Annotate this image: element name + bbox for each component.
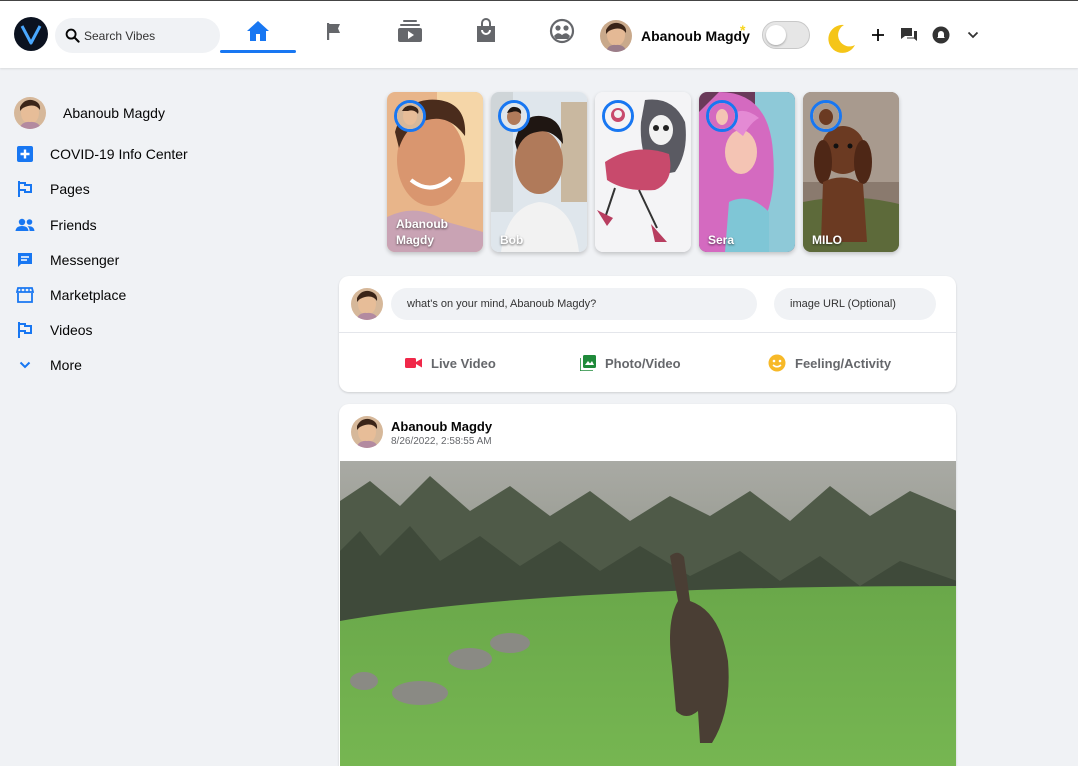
smiley-icon xyxy=(768,354,786,372)
story-card[interactable]: MILO xyxy=(803,92,899,252)
chevron-down-icon xyxy=(14,354,36,376)
video-camera-icon xyxy=(405,358,422,368)
story-name: Abanoub Magdy xyxy=(396,217,448,247)
sidebar-item-profile[interactable]: Abanoub Magdy xyxy=(14,97,274,129)
live-video-label: Live Video xyxy=(431,355,496,371)
story-avatar xyxy=(810,100,842,132)
story-avatar xyxy=(706,100,738,132)
photo-video-button[interactable]: Photo/Video xyxy=(580,352,681,374)
plus-square-icon xyxy=(14,143,36,165)
plus-icon[interactable] xyxy=(868,25,888,45)
people-icon xyxy=(14,214,36,236)
story-avatar xyxy=(498,100,530,132)
sidebar-item-videos[interactable]: Videos xyxy=(14,315,274,345)
sidebar-item-label: Videos xyxy=(50,322,93,338)
story-avatar xyxy=(602,100,634,132)
toggle-knob xyxy=(766,25,786,45)
sidebar-item-label: Pages xyxy=(50,181,90,197)
messages-icon-svg xyxy=(901,28,917,41)
storefront-icon xyxy=(14,284,36,306)
search-input[interactable] xyxy=(84,28,204,43)
story-card[interactable]: Sera xyxy=(699,92,795,252)
story-card[interactable] xyxy=(595,92,691,252)
flag-icon xyxy=(14,319,36,341)
story-avatar xyxy=(394,100,426,132)
tab-groups[interactable] xyxy=(524,11,600,51)
sidebar-item-messenger[interactable]: Messenger xyxy=(14,245,274,275)
flag-icon xyxy=(14,178,36,200)
story-name: Sera xyxy=(708,233,735,247)
top-header: Abanoub Magdy * xyxy=(0,0,1078,68)
status-input[interactable] xyxy=(391,288,757,320)
sidebar-item-label: More xyxy=(50,357,82,373)
sidebar-item-pages[interactable]: Pages xyxy=(14,174,274,204)
avatar-image xyxy=(600,20,632,52)
avatar[interactable] xyxy=(351,416,383,448)
sidebar-item-covid[interactable]: COVID-19 Info Center xyxy=(14,139,274,169)
divider xyxy=(339,332,956,333)
v-logo-icon xyxy=(20,25,42,45)
avatar-image xyxy=(351,288,383,320)
sidebar-item-label: Friends xyxy=(50,217,97,233)
sidebar-profile-name: Abanoub Magdy xyxy=(63,105,165,121)
post-image[interactable] xyxy=(340,461,956,766)
vibes-logo[interactable] xyxy=(14,17,48,51)
tab-marketplace[interactable] xyxy=(448,11,524,51)
moon-icon-svg xyxy=(828,24,855,53)
sidebar-item-marketplace[interactable]: Marketplace xyxy=(14,280,274,310)
tab-watch[interactable] xyxy=(372,11,448,51)
header-avatar[interactable] xyxy=(600,20,632,52)
sidebar-item-label: Messenger xyxy=(50,252,120,268)
chevron-down-icon xyxy=(967,31,979,39)
post-timestamp: 8/26/2022, 2:58:55 AM xyxy=(391,436,492,447)
feeling-activity-label: Feeling/Activity xyxy=(795,355,892,371)
header-user-name[interactable]: Abanoub Magdy xyxy=(641,28,750,44)
plus-icon-svg xyxy=(872,29,884,41)
photo-icon xyxy=(580,355,596,371)
sidebar-item-label: COVID-19 Info Center xyxy=(50,146,188,162)
tab-home[interactable] xyxy=(220,11,296,53)
search-bar[interactable] xyxy=(55,18,220,53)
story-name: MILO xyxy=(812,233,842,247)
image-url-input[interactable] xyxy=(774,288,936,320)
feeling-activity-button[interactable]: Feeling/Activity xyxy=(768,352,891,374)
sidebar-item-friends[interactable]: Friends xyxy=(14,210,274,240)
story-name: Bob xyxy=(500,233,524,247)
tab-pages[interactable] xyxy=(296,11,372,51)
moon-icon[interactable] xyxy=(822,21,858,55)
sparkle-icon: * xyxy=(740,22,746,38)
avatar xyxy=(14,97,46,129)
live-video-button[interactable]: Live Video xyxy=(405,352,496,374)
groups-icon xyxy=(549,18,575,44)
search-icon xyxy=(65,28,80,43)
avatar xyxy=(351,288,383,320)
notifications-icon[interactable] xyxy=(931,25,951,45)
chat-icon xyxy=(14,249,36,271)
story-card[interactable]: Abanoub Magdy xyxy=(387,92,483,252)
post-author[interactable]: Abanoub Magdy xyxy=(391,419,492,434)
flag-icon xyxy=(327,23,340,40)
sidebar-item-label: Marketplace xyxy=(50,287,127,303)
bell-icon xyxy=(932,26,950,44)
avatar-image xyxy=(351,416,383,448)
home-icon xyxy=(247,21,269,41)
avatar-image xyxy=(14,97,46,129)
post-composer: Live Video Photo/Video Feeling/Activity xyxy=(339,276,956,392)
feed-post: Abanoub Magdy 8/26/2022, 2:58:55 AM xyxy=(339,404,956,766)
theme-toggle[interactable] xyxy=(762,21,810,49)
story-card[interactable]: Bob xyxy=(491,92,587,252)
sidebar-item-more[interactable]: More xyxy=(14,350,274,380)
photo-video-label: Photo/Video xyxy=(605,355,681,371)
messages-icon[interactable] xyxy=(899,25,919,45)
account-menu-chevron[interactable] xyxy=(963,25,983,45)
shopping-bag-icon xyxy=(477,18,495,42)
video-stack-icon xyxy=(398,20,422,42)
